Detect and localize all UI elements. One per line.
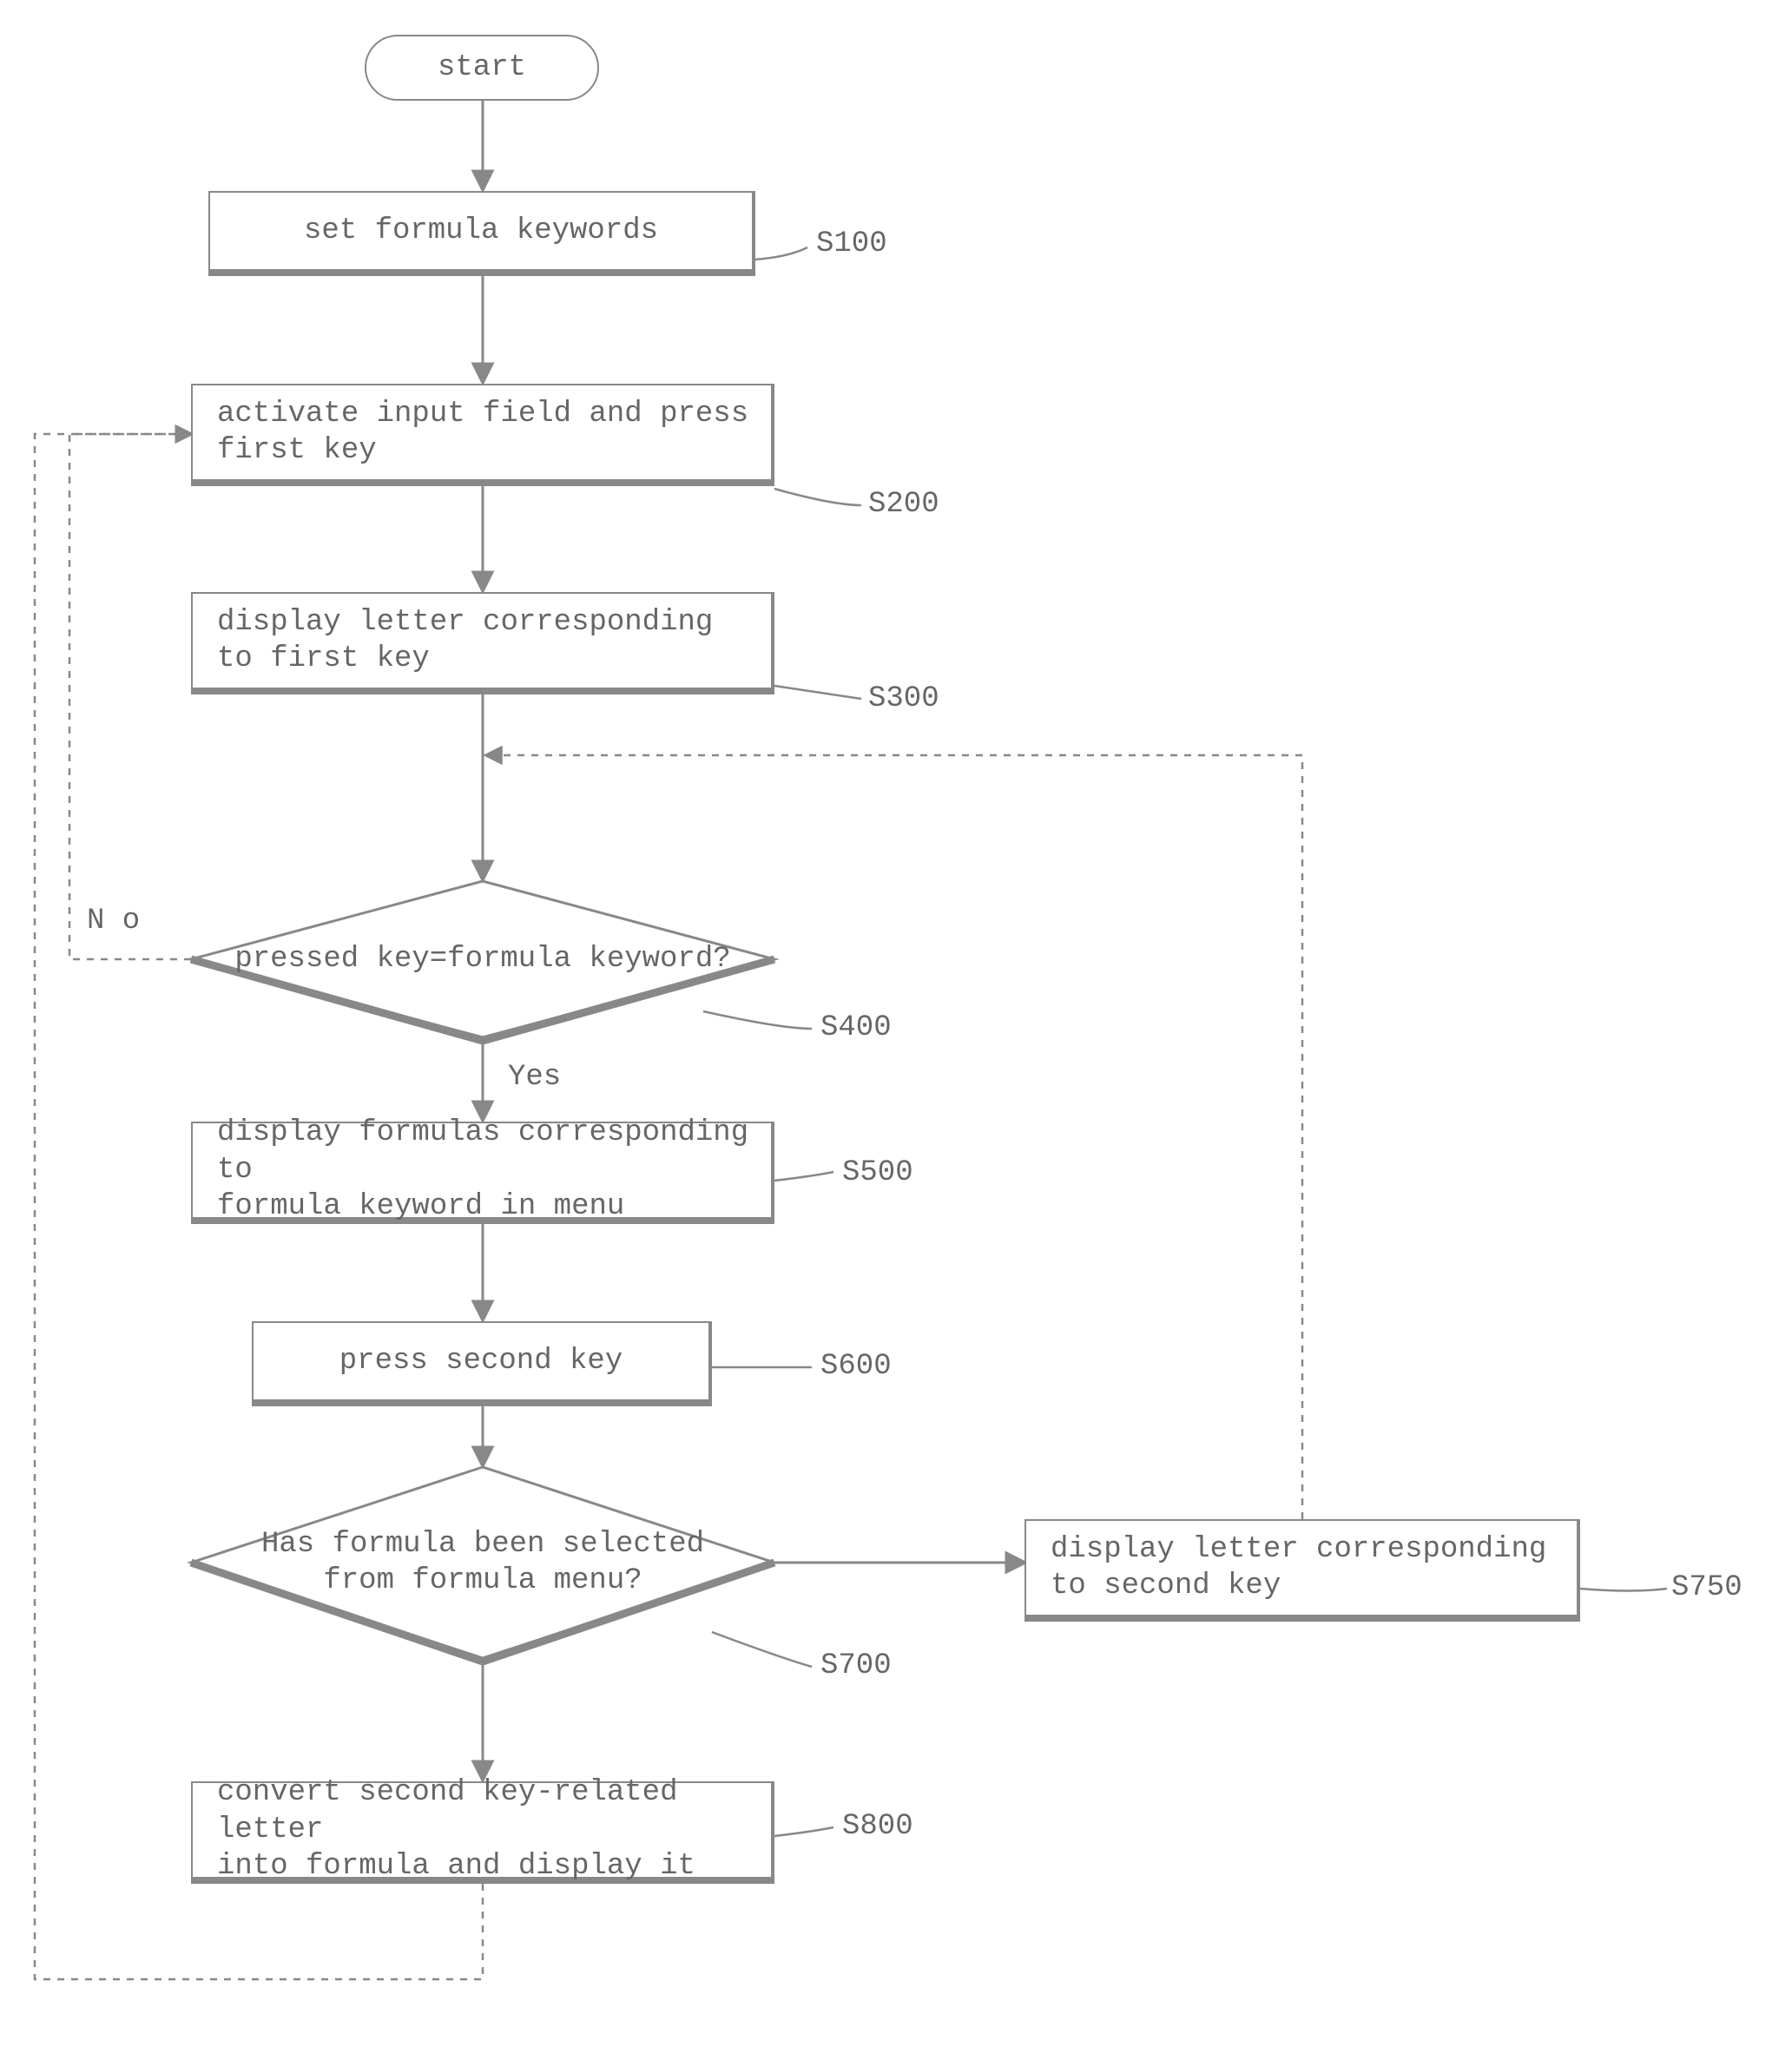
flowchart: start set formula keywords S100 activate… [0,0,1792,2060]
step-text-line1: display letter corresponding [1051,1533,1546,1566]
step-text-line1: convert second key-related letter [217,1776,678,1846]
step-code-s100: S100 [816,227,887,260]
step-text-line2: first key [217,434,377,467]
decision-s700: Has formula been selected from formula m… [191,1467,774,1658]
step-code-s800: S800 [842,1810,913,1843]
decision-text-line1: Has formula been selected [261,1526,704,1563]
step-code-s300: S300 [868,682,939,715]
step-code-s600: S600 [820,1350,892,1383]
decision-s400: pressed key=formula keyword? [191,881,774,1037]
step-text-line1: display formulas corresponding to [217,1116,748,1187]
decision-text: pressed key=formula keyword? [234,941,730,978]
branch-yes-label: Yes [508,1061,561,1094]
terminator-label: start [438,51,526,84]
step-code-s500: S500 [842,1156,913,1189]
step-s300: display letter corresponding to first ke… [191,592,774,694]
step-text: set formula keywords [304,213,658,250]
step-code-s200: S200 [868,488,939,521]
step-text-line2: to second key [1051,1570,1281,1603]
step-text-line1: activate input field and press [217,398,748,431]
step-text: press second key [339,1343,623,1380]
step-s800: convert second key-related letter into f… [191,1781,774,1884]
step-text-line1: display letter corresponding [217,606,713,639]
step-code-s700: S700 [820,1649,892,1682]
decision-text-line2: from formula menu? [323,1563,642,1600]
terminator-start: start [365,35,599,101]
step-code-s750: S750 [1671,1571,1743,1604]
step-s750: display letter corresponding to second k… [1024,1519,1580,1622]
step-code-s400: S400 [820,1011,892,1044]
step-text-line2: to first key [217,642,430,675]
branch-no-label: N o [87,905,140,938]
step-text-line2: formula keyword in menu [217,1190,624,1223]
step-s500: display formulas corresponding to formul… [191,1122,774,1224]
step-s200: activate input field and press first key [191,384,774,486]
step-s600: press second key [252,1321,712,1406]
step-s100: set formula keywords [208,191,755,276]
step-text-line2: into formula and display it [217,1850,695,1883]
